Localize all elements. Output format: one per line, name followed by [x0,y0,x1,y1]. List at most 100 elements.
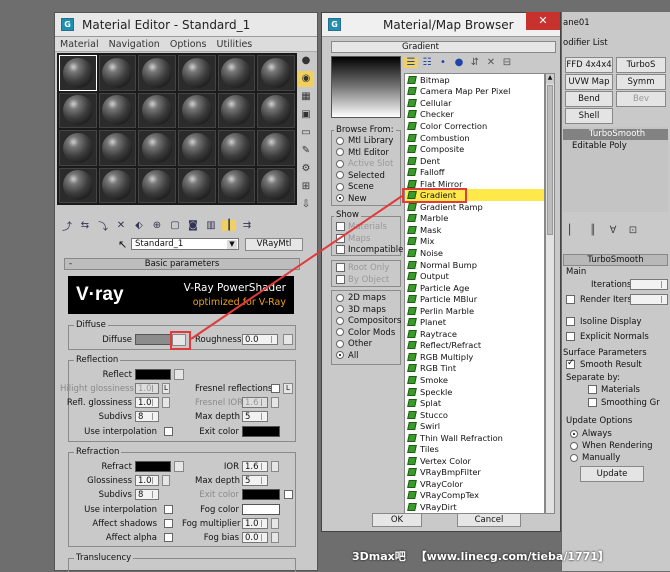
map-list-item[interactable]: Cellular [405,97,544,109]
map-list-item[interactable]: Normal Bump [405,259,544,271]
map-list-item[interactable]: VRayCompTex [405,490,544,502]
map-list-item[interactable]: Falloff [405,166,544,178]
refl-glossiness-map-button[interactable] [162,397,170,408]
show-map-icon[interactable]: ◙ [186,220,200,231]
sample-slot[interactable] [178,92,216,128]
map-list-item[interactable]: Camera Map Per Pixel [405,86,544,98]
menu-options[interactable]: Options [170,39,207,50]
isoline-display-checkbox[interactable] [566,317,575,326]
affect-alpha-checkbox[interactable] [164,533,173,542]
diffuse-color-swatch[interactable] [135,334,171,345]
refl-use-interpolation-checkbox[interactable] [164,427,173,436]
by-object[interactable]: By Object [336,274,389,287]
refl-exit-color-swatch[interactable] [242,426,280,437]
fresnel-lock-button[interactable]: L [283,383,293,394]
map-list-item[interactable]: Combustion [405,132,544,144]
sample-slot[interactable] [257,92,295,128]
refl-glossiness-spinner[interactable]: 1.0 [135,397,159,408]
radio-when-rendering[interactable]: When Rendering [570,440,653,452]
update-scene-icon[interactable]: ⇵ [468,57,482,68]
filter-color-mods[interactable]: Color Mods [336,328,401,340]
root-only[interactable]: Root Only [336,263,389,275]
map-list-item[interactable]: Reflect/Refract [405,340,544,352]
map-list-item[interactable]: Noise [405,247,544,259]
reflect-map-button[interactable] [174,369,184,380]
sample-slot[interactable] [217,55,256,91]
map-list-item[interactable]: Swirl [405,420,544,432]
bevel-button[interactable]: Bev [616,91,666,107]
sample-slot[interactable] [59,167,97,203]
map-list-item[interactable]: Stucco [405,409,544,421]
map-list-item[interactable]: Mix [405,236,544,248]
menu-navigation[interactable]: Navigation [109,39,160,50]
sample-slot[interactable] [98,167,137,203]
scroll-up-arrow[interactable]: ▲ [546,74,554,84]
radio-mtl-editor[interactable]: Mtl Editor [336,148,393,160]
sample-slot[interactable] [98,130,137,166]
fog-color-swatch[interactable] [242,504,280,515]
menu-utilities[interactable]: Utilities [217,39,253,50]
fresnel-ior-map-button[interactable] [271,397,279,408]
map-list-scrollbar[interactable]: ▲ [545,73,555,514]
show-maps[interactable]: Maps [336,233,403,246]
turbosmooth-button[interactable]: TurboS [616,57,666,73]
sample-slot[interactable] [217,130,256,166]
ior-spinner[interactable]: 1.6 [242,461,268,472]
view-large-icons-icon[interactable]: ● [452,57,466,68]
map-list-item[interactable]: VRayDirt [405,501,544,513]
map-list-item[interactable]: Composite [405,143,544,155]
explicit-normals-checkbox[interactable] [566,332,575,341]
sample-slot[interactable] [217,167,256,203]
refr-subdivs-spinner[interactable]: 8 [135,489,159,500]
filter-2d-maps[interactable]: 2D maps [336,293,401,305]
radio-always[interactable]: Always [570,428,653,440]
sample-slot[interactable] [138,55,176,91]
go-to-parent-icon[interactable]: ┃ [222,220,236,231]
affect-shadows-checkbox[interactable] [164,519,173,528]
map-list-item[interactable]: Mask [405,224,544,236]
ok-button[interactable]: OK [372,513,422,527]
map-list-item[interactable]: Smoke [405,374,544,386]
map-list-item[interactable]: Dent [405,155,544,167]
put-to-library-icon[interactable]: ⊕ [150,220,164,231]
refr-max-depth-spinner[interactable]: 5 [242,475,268,486]
map-list-item[interactable]: Splat [405,397,544,409]
checker-background-icon[interactable]: ▦ [298,89,314,105]
sample-slot[interactable] [98,55,137,91]
render-iters-checkbox[interactable] [566,295,575,304]
view-list-icon[interactable]: ☰ [404,57,418,68]
materials-checkbox[interactable] [588,385,597,394]
remove-modifier-icon[interactable]: ⊡ [626,225,640,236]
browser-close-button[interactable]: ✕ [526,12,560,30]
clear-library-icon[interactable]: ⊟ [500,57,514,68]
material-editor-titlebar[interactable]: G Material Editor - Standard_1 [55,13,317,37]
make-preview-icon[interactable]: ✎ [298,143,314,159]
radio-selected[interactable]: Selected [336,171,393,183]
sample-slot[interactable] [257,167,295,203]
map-list-item[interactable]: Marble [405,213,544,225]
cancel-button[interactable]: Cancel [457,513,521,527]
map-list-item[interactable]: RGB Multiply [405,351,544,363]
material-name-field[interactable]: Standard_1 ▼ [131,238,239,250]
show-end-result-icon[interactable]: ▥ [204,220,218,231]
pin-stack-icon[interactable]: ▏ [566,225,580,236]
reflect-color-swatch[interactable] [135,369,171,380]
sample-slot[interactable] [217,92,256,128]
map-list-item[interactable]: Output [405,270,544,282]
map-list-item[interactable]: Particle Age [405,282,544,294]
fresnel-ior-spinner[interactable]: 1.6 [242,397,268,408]
radio-new[interactable]: New [336,194,393,206]
fog-bias-map-button[interactable] [271,532,279,543]
map-list-item[interactable]: RGB Tint [405,363,544,375]
fresnel-reflections-checkbox[interactable] [271,384,280,393]
map-list-item[interactable]: Speckle [405,386,544,398]
filter-3d-maps[interactable]: 3D maps [336,305,401,317]
fog-bias-spinner[interactable]: 0.0 [242,532,268,543]
hilight-lock-button[interactable]: L [162,383,170,394]
map-list-item[interactable]: Tiles [405,444,544,456]
make-unique-icon[interactable]: ∀ [606,225,620,236]
sample-type-icon[interactable]: ● [298,53,314,69]
radio-manually[interactable]: Manually [570,452,653,464]
go-forward-sibling-icon[interactable]: ⇉ [240,220,254,231]
material-type-button[interactable]: VRayMtl [245,238,303,251]
